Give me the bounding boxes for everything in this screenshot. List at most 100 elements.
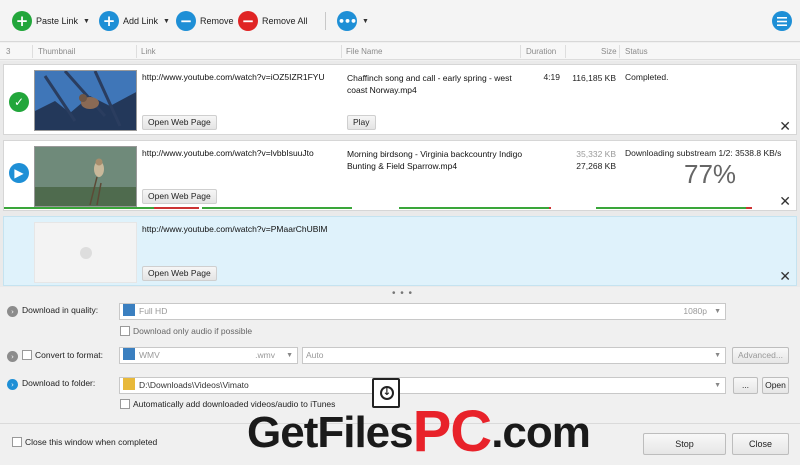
item-size-downloaded: 27,268 KB [576, 161, 616, 171]
list-item[interactable]: ✓ http://www.youtube.com/watch?v=iOZ5IZR… [3, 64, 797, 135]
item-size-total: 35,332 KB [576, 149, 616, 159]
item-file-name: Morning birdsong - Virginia backcountry … [347, 149, 523, 171]
browse-button[interactable]: ... [733, 377, 758, 394]
play-icon: ▶ [9, 163, 29, 183]
chevron-right-icon[interactable]: › [7, 379, 18, 390]
remove-all-label: Remove All [262, 16, 308, 26]
hamburger-icon [772, 11, 792, 31]
chevron-down-icon[interactable]: ▼ [163, 18, 170, 25]
chevron-down-icon[interactable]: ▼ [83, 18, 90, 25]
remove-button[interactable]: − Remove [176, 10, 234, 32]
audio-only-label: Download only audio if possible [133, 326, 253, 336]
substream-progress-3-remaining [549, 207, 551, 209]
item-duration: 4:19 [543, 72, 560, 82]
auto-add-checkbox[interactable] [120, 399, 130, 409]
remove-label: Remove [200, 16, 234, 26]
add-link-button[interactable]: + Add Link ▼ [99, 10, 170, 32]
film-icon [123, 304, 135, 316]
thumbnail-placeholder [34, 222, 137, 283]
open-web-page-button[interactable]: Open Web Page [142, 266, 217, 281]
format-preset-value: Auto [306, 350, 324, 360]
substream-progress-4 [596, 207, 746, 209]
substream-progress-1-remaining [154, 207, 199, 209]
toolbar: + Paste Link ▼ + Add Link ▼ − Remove − R… [0, 0, 800, 42]
quality-value: Full HD [139, 306, 168, 316]
open-folder-button[interactable]: Open [762, 377, 789, 394]
folder-select[interactable]: D:\Downloads\Videos\Vimato ▼ [119, 377, 726, 394]
chevron-down-icon: ▼ [714, 352, 721, 359]
format-extension: .wmv [255, 350, 275, 360]
film-icon [123, 348, 135, 360]
list-item[interactable]: http://www.youtube.com/watch?v=PMaarChUB… [3, 216, 797, 286]
chevron-down-icon: ▼ [286, 352, 293, 359]
format-preset-select[interactable]: Auto ▼ [302, 347, 726, 364]
stop-button[interactable]: Stop [643, 433, 726, 455]
more-button[interactable]: ••• ▼ [337, 10, 369, 32]
open-web-page-button[interactable]: Open Web Page [142, 115, 217, 130]
format-value: WMV [139, 350, 160, 360]
substream-progress-1 [4, 207, 154, 209]
video-thumbnail [34, 70, 137, 131]
substream-progress-3 [399, 207, 549, 209]
ellipsis-icon: ••• [337, 11, 357, 31]
list-item[interactable]: ▶ http://www.youtube.com/watch?v=lvbbIsu… [3, 140, 797, 211]
chevron-down-icon: ▼ [714, 382, 721, 389]
download-options-panel: › Download in quality: Full HD 1080p ▼ D… [0, 298, 800, 422]
substream-progress-2 [202, 207, 352, 209]
format-select[interactable]: WMV .wmv ▼ [119, 347, 298, 364]
play-button[interactable]: Play [347, 115, 376, 130]
minus-icon: − [238, 11, 258, 31]
advanced-button[interactable]: Advanced... [732, 347, 789, 364]
download-list: ✓ http://www.youtube.com/watch?v=iOZ5IZR… [0, 61, 800, 287]
close-when-done-label: Close this window when completed [25, 437, 158, 447]
substream-progress-4-remaining [746, 207, 752, 209]
minus-icon: − [176, 11, 196, 31]
item-link: http://www.youtube.com/watch?v=iOZ5IZR1F… [142, 72, 325, 82]
item-status: Completed. [625, 72, 669, 82]
chevron-down-icon: ▼ [714, 308, 721, 315]
folder-label: Download to folder: [22, 378, 96, 388]
paste-link-label: Paste Link [36, 16, 79, 26]
plus-icon: + [12, 11, 32, 31]
close-when-done-checkbox[interactable] [12, 437, 22, 447]
add-link-label: Add Link [123, 16, 159, 26]
column-duration[interactable]: Duration [526, 47, 556, 56]
paste-link-button[interactable]: + Paste Link ▼ [12, 10, 90, 32]
chevron-right-icon[interactable]: › [7, 351, 18, 362]
item-status: Downloading substream 1/2: 3538.8 KB/s [625, 148, 782, 158]
audio-only-checkbox[interactable] [120, 326, 130, 336]
folder-value: D:\Downloads\Videos\Vimato [139, 380, 249, 390]
plus-icon: + [99, 11, 119, 31]
column-size[interactable]: Size [601, 47, 617, 56]
close-icon[interactable]: ✕ [779, 120, 791, 134]
column-status[interactable]: Status [625, 47, 648, 56]
convert-label: Convert to format: [35, 350, 104, 360]
video-thumbnail [34, 146, 137, 207]
loading-icon [80, 247, 92, 259]
progress-percent: 77% [684, 159, 737, 189]
remove-all-button[interactable]: − Remove All [238, 10, 308, 32]
column-file-name[interactable]: File Name [346, 47, 382, 56]
column-header-row: 3 Thumbnail Link File Name Duration Size… [0, 43, 800, 60]
column-link[interactable]: Link [141, 47, 156, 56]
footer: Close this window when completed Stop Cl… [0, 423, 800, 463]
close-icon[interactable]: ✕ [779, 195, 791, 209]
menu-button[interactable] [772, 10, 792, 32]
close-button[interactable]: Close [732, 433, 789, 455]
item-link: http://www.youtube.com/watch?v=PMaarChUB… [142, 224, 328, 234]
auto-add-label: Automatically add downloaded videos/audi… [133, 399, 336, 409]
item-link: http://www.youtube.com/watch?v=lvbbIsuuJ… [142, 148, 314, 158]
folder-icon [123, 378, 135, 390]
close-icon[interactable]: ✕ [779, 270, 791, 284]
quality-select[interactable]: Full HD 1080p ▼ [119, 303, 726, 320]
checkmark-icon: ✓ [9, 92, 29, 112]
column-thumbnail[interactable]: Thumbnail [38, 47, 75, 56]
quality-resolution: 1080p [683, 306, 707, 316]
toolbar-divider [325, 12, 326, 30]
item-size: 116,185 KB [572, 73, 616, 83]
convert-checkbox[interactable] [22, 350, 32, 360]
item-file-name: Chaffinch song and call - early spring -… [347, 73, 512, 95]
open-web-page-button[interactable]: Open Web Page [142, 189, 217, 204]
chevron-right-icon[interactable]: › [7, 306, 18, 317]
chevron-down-icon[interactable]: ▼ [362, 18, 369, 25]
